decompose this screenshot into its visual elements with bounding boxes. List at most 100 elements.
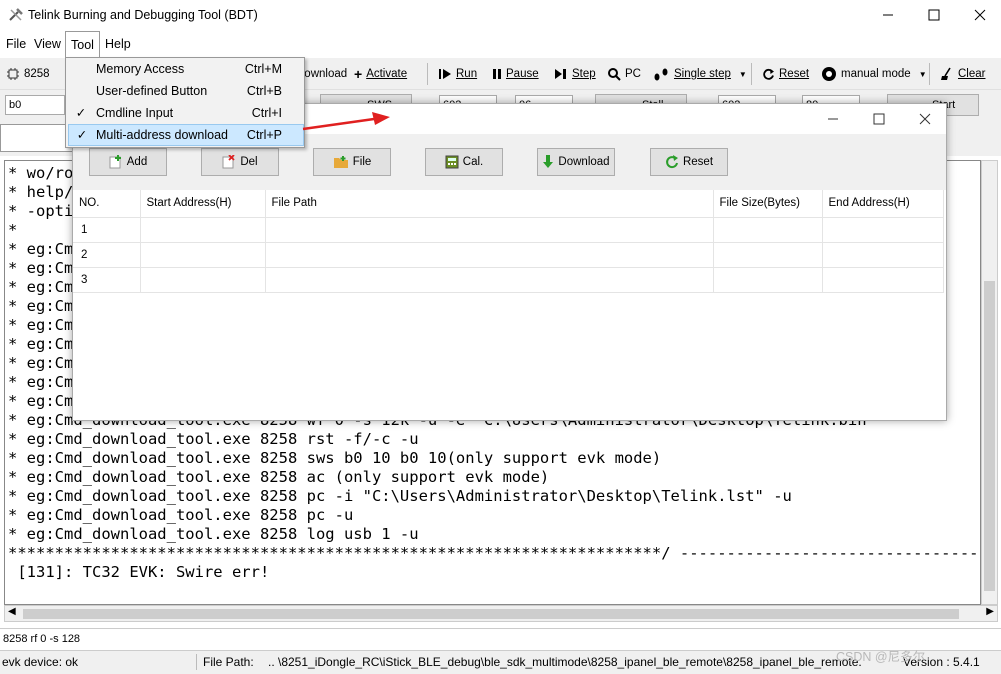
calculator-icon <box>445 155 459 169</box>
log-line: * <box>8 221 18 239</box>
file-path-cell[interactable] <box>265 217 714 243</box>
menu-item-label: Multi-address download <box>96 128 229 142</box>
menu-item-cmdline-input[interactable]: ✓ Cmdline Input Ctrl+I <box>68 102 304 124</box>
plus-icon: + <box>354 66 363 82</box>
scrollbar-thumb[interactable] <box>984 281 995 591</box>
column-header-file-path[interactable]: File Path <box>265 190 714 218</box>
log-line: * eg:Cm <box>8 316 74 334</box>
column-header-start-address[interactable]: Start Address(H) <box>140 190 266 218</box>
file-path-cell[interactable] <box>265 267 714 293</box>
run-label: Run <box>456 68 478 80</box>
chip-icon <box>7 68 19 80</box>
mode-label: manual mode <box>841 68 911 80</box>
end-address-cell <box>822 242 944 268</box>
file-size-cell <box>713 242 823 268</box>
menu-item-shortcut: Ctrl+P <box>246 128 282 142</box>
clear-button[interactable]: Clear <box>940 65 985 83</box>
broom-icon <box>941 67 951 80</box>
log-line: * wo/ro <box>8 164 74 182</box>
file-path-cell[interactable] <box>265 242 714 268</box>
add-label: Add <box>126 156 148 168</box>
refresh-icon <box>666 155 678 169</box>
pc-button[interactable]: PC <box>607 65 641 83</box>
log-line: [131]: TC32 EVK: Swire err! <box>8 563 270 581</box>
cmdline-input[interactable]: 8258 rf 0 -s 128 <box>0 628 1001 648</box>
watermark: CSDN @尼多尔 <box>836 650 926 664</box>
log-line: * eg:Cm <box>8 240 74 258</box>
log-horizontal-scrollbar[interactable]: ◀ ▶ <box>4 605 998 622</box>
menu-view[interactable]: View <box>33 30 62 58</box>
dialog-close-button[interactable] <box>902 104 948 134</box>
tool-dropdown-menu: Memory Access Ctrl+M User-defined Button… <box>65 57 305 148</box>
menu-tool[interactable]: Tool <box>65 31 100 58</box>
dialog-minimize-button[interactable] <box>810 104 856 134</box>
chip-select[interactable]: 8258 ▼ <box>6 65 72 83</box>
minimize-button[interactable] <box>865 0 911 30</box>
table-row[interactable]: 1 <box>73 217 944 243</box>
log-line: * eg:Cmd_download_tool.exe 8258 sws b0 1… <box>8 449 662 467</box>
close-button[interactable] <box>957 0 1001 30</box>
log-vertical-scrollbar[interactable] <box>981 160 998 605</box>
dialog-download-button[interactable]: Download <box>537 148 615 176</box>
file-label: File <box>352 156 372 168</box>
address-grid: NO. Start Address(H) File Path File Size… <box>73 190 944 293</box>
tab-stub[interactable] <box>0 124 74 152</box>
file-button[interactable]: File <box>313 148 391 176</box>
menu-help[interactable]: Help <box>104 30 132 58</box>
log-line: * eg:Cmd_download_tool.exe 8258 ac (only… <box>8 468 550 486</box>
menu-item-shortcut: Ctrl+B <box>246 84 282 98</box>
del-button[interactable]: Del <box>201 148 279 176</box>
close-icon <box>919 113 931 125</box>
download-arrow-icon <box>543 155 554 168</box>
add-icon <box>109 155 121 169</box>
menu-item-memory-access[interactable]: Memory Access Ctrl+M <box>68 58 304 80</box>
file-size-cell <box>713 267 823 293</box>
column-header-no[interactable]: NO. <box>73 190 141 218</box>
run-button[interactable]: Run <box>438 65 477 83</box>
menu-item-multi-address-download[interactable]: ✓ Multi-address download Ctrl+P <box>68 124 304 146</box>
pause-button[interactable]: Pause <box>492 65 539 83</box>
maximize-button[interactable] <box>911 0 957 30</box>
footsteps-icon <box>654 68 668 81</box>
toolbar-divider <box>929 63 930 85</box>
menu-bar: File View Tool Help <box>0 30 1001 58</box>
multi-address-download-dialog: Add Del File Cal. Download Reset NO. Sta… <box>72 103 947 421</box>
end-address-cell <box>822 267 944 293</box>
single-step-select[interactable]: Single step ▼ <box>652 65 747 83</box>
start-address-cell[interactable] <box>140 242 266 268</box>
maximize-icon <box>873 113 885 125</box>
scroll-left-icon[interactable]: ◀ <box>8 606 16 617</box>
refresh-icon <box>763 68 774 80</box>
column-header-end-address[interactable]: End Address(H) <box>822 190 944 218</box>
scrollbar-thumb[interactable] <box>23 609 959 619</box>
table-row[interactable]: 2 <box>73 242 944 268</box>
row-number: 2 <box>73 242 141 268</box>
activate-button[interactable]: + Activate <box>354 65 407 83</box>
dialog-maximize-button[interactable] <box>856 104 902 134</box>
menu-item-user-defined-button[interactable]: User-defined Button Ctrl+B <box>68 80 304 102</box>
chevron-down-icon: ▼ <box>738 69 747 79</box>
step-label: Step <box>572 68 596 80</box>
step-button[interactable]: Step <box>554 65 596 83</box>
dialog-reset-button[interactable]: Reset <box>650 148 728 176</box>
scroll-right-icon[interactable]: ▶ <box>986 606 994 617</box>
column-header-file-size[interactable]: File Size(Bytes) <box>713 190 823 218</box>
check-icon: ✓ <box>75 106 87 120</box>
log-line: * -opti <box>8 202 74 220</box>
reset-button[interactable]: Reset <box>762 65 809 83</box>
log-line: * eg:Cmd_download_tool.exe 8258 log usb … <box>8 525 419 543</box>
start-address-cell[interactable] <box>140 217 266 243</box>
address-input[interactable]: b0 <box>5 95 65 115</box>
log-line: ****************************************… <box>8 544 981 562</box>
menu-item-label: Cmdline Input <box>96 106 174 120</box>
single-step-label: Single step <box>674 68 731 80</box>
table-row[interactable]: 3 <box>73 267 944 293</box>
menu-item-label: User-defined Button <box>96 84 208 98</box>
start-address-cell[interactable] <box>140 267 266 293</box>
menu-item-shortcut: Ctrl+I <box>251 106 282 120</box>
minimize-icon <box>883 14 893 16</box>
add-button[interactable]: Add <box>89 148 167 176</box>
mode-select[interactable]: manual mode ▼ <box>821 65 927 83</box>
cal-button[interactable]: Cal. <box>425 148 503 176</box>
menu-file[interactable]: File <box>5 30 27 58</box>
